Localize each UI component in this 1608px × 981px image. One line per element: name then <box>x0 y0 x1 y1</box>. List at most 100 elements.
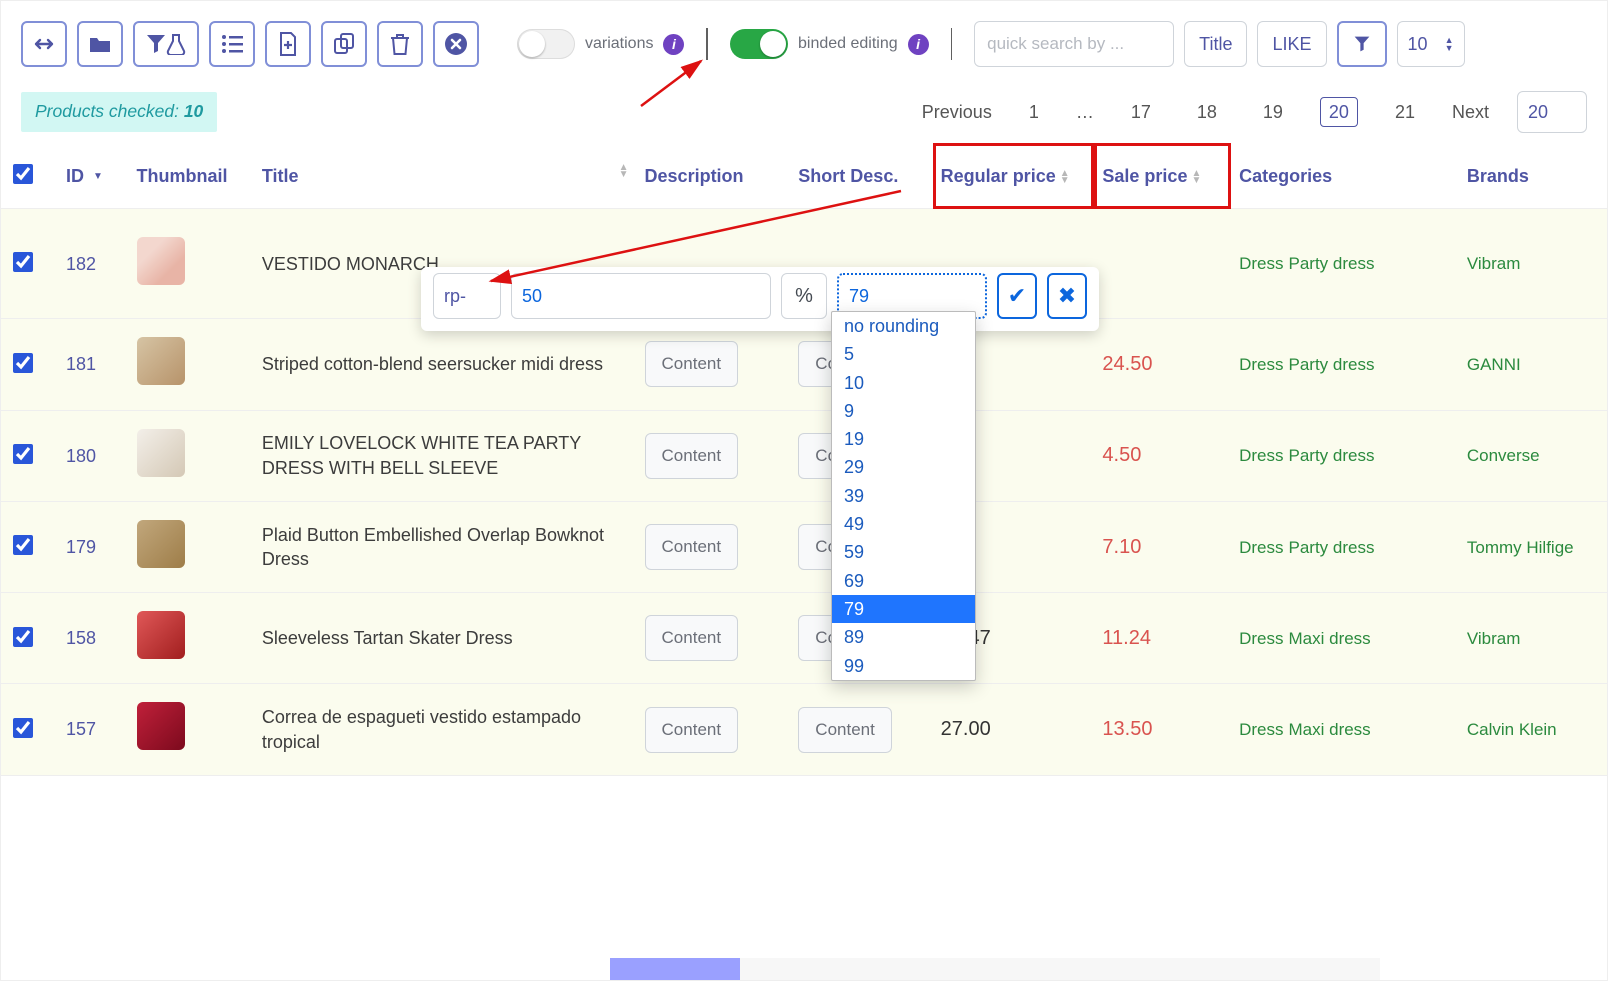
select-all[interactable] <box>13 164 33 184</box>
sale-price[interactable]: 4.50 <box>1094 410 1231 501</box>
category-link[interactable]: Dress <box>1239 720 1283 739</box>
desc-content-button[interactable]: Content <box>645 433 739 479</box>
thumbnail[interactable] <box>137 702 185 750</box>
dropdown-option[interactable]: 99 <box>832 652 975 680</box>
bulk-unit[interactable]: % <box>781 273 827 319</box>
row-checkbox[interactable] <box>13 535 33 555</box>
brand-link[interactable]: Tommy Hilfige <box>1467 538 1574 557</box>
page-link[interactable]: 18 <box>1188 97 1226 127</box>
bulk-value-input[interactable] <box>511 273 771 319</box>
category-link[interactable]: Dress <box>1239 254 1283 273</box>
row-id[interactable]: 181 <box>66 354 96 374</box>
row-checkbox[interactable] <box>13 252 33 272</box>
row-title[interactable]: Correa de espagueti vestido estampado tr… <box>254 684 637 775</box>
category-link[interactable]: Dress <box>1239 538 1283 557</box>
category-link[interactable]: Dress <box>1239 446 1283 465</box>
th-saleprice[interactable]: Sale price▲▼ <box>1094 143 1231 209</box>
row-id[interactable]: 182 <box>66 254 96 274</box>
category-link[interactable]: Party dress <box>1289 254 1375 273</box>
category-link[interactable]: Dress <box>1239 629 1283 648</box>
cancel-button[interactable]: ✖ <box>1047 273 1087 319</box>
dropdown-option[interactable]: 59 <box>832 538 975 566</box>
row-title[interactable]: EMILY LOVELOCK WHITE TEA PARTY DRESS WIT… <box>254 410 637 501</box>
dropdown-option[interactable]: no rounding <box>832 312 975 340</box>
desc-content-button[interactable]: Content <box>645 707 739 753</box>
filter-button[interactable] <box>1337 21 1387 67</box>
regular-price[interactable]: 27.00 <box>933 684 1095 775</box>
row-checkbox[interactable] <box>13 444 33 464</box>
row-checkbox[interactable] <box>13 718 33 738</box>
thumbnail[interactable] <box>137 237 185 285</box>
sale-price[interactable]: 24.50 <box>1094 319 1231 410</box>
page-link[interactable]: 17 <box>1122 97 1160 127</box>
row-title[interactable]: Plaid Button Embellished Overlap Bowknot… <box>254 501 637 592</box>
swap-button[interactable] <box>21 21 67 67</box>
category-link[interactable]: Maxi dress <box>1289 720 1371 739</box>
row-id[interactable]: 179 <box>66 537 96 557</box>
category-link[interactable]: Maxi dress <box>1289 629 1371 648</box>
list-button[interactable] <box>209 21 255 67</box>
dropdown-option[interactable]: 79 <box>832 595 975 623</box>
category-link[interactable]: Party dress <box>1289 446 1375 465</box>
copy-button[interactable] <box>321 21 367 67</box>
row-id[interactable]: 157 <box>66 719 96 739</box>
th-title[interactable]: Title▲▼ <box>254 143 637 209</box>
thumbnail[interactable] <box>137 520 185 568</box>
th-id[interactable]: ID ▼ <box>58 143 129 209</box>
next-page[interactable]: Next <box>1452 100 1489 124</box>
row-id[interactable]: 180 <box>66 446 96 466</box>
desc-content-button[interactable]: Content <box>645 524 739 570</box>
brand-link[interactable]: Vibram <box>1467 629 1521 648</box>
sale-price[interactable] <box>1094 209 1231 319</box>
add-file-button[interactable] <box>265 21 311 67</box>
page-link[interactable]: 21 <box>1386 97 1424 127</box>
sale-price[interactable]: 11.24 <box>1094 593 1231 684</box>
row-id[interactable]: 158 <box>66 628 96 648</box>
info-icon[interactable]: i <box>908 34 929 55</box>
shortdesc-content-button[interactable]: Content <box>798 707 892 753</box>
brand-link[interactable]: GANNI <box>1467 355 1521 374</box>
thumbnail[interactable] <box>137 337 185 385</box>
brand-link[interactable]: Converse <box>1467 446 1540 465</box>
thumbnail[interactable] <box>137 429 185 477</box>
category-link[interactable]: Dress <box>1239 355 1283 374</box>
dropdown-option[interactable]: 89 <box>832 623 975 651</box>
dropdown-option[interactable]: 9 <box>832 397 975 425</box>
sale-price[interactable]: 13.50 <box>1094 684 1231 775</box>
bulk-op-input[interactable] <box>433 273 501 319</box>
apply-button[interactable]: ✔ <box>997 273 1037 319</box>
dropdown-option[interactable]: 5 <box>832 340 975 368</box>
row-title[interactable]: Sleeveless Tartan Skater Dress <box>254 593 637 684</box>
info-icon[interactable]: i <box>663 34 684 55</box>
sale-price[interactable]: 7.10 <box>1094 501 1231 592</box>
dropdown-option[interactable]: 69 <box>832 567 975 595</box>
search-field-select[interactable]: Title <box>1184 21 1247 67</box>
filter-flask-button[interactable] <box>133 21 199 67</box>
th-regprice[interactable]: Regular price▲▼ <box>933 143 1095 209</box>
dropdown-option[interactable]: 49 <box>832 510 975 538</box>
page-link[interactable]: 1 <box>1020 97 1048 127</box>
dropdown-option[interactable]: 19 <box>832 425 975 453</box>
category-link[interactable]: Party dress <box>1289 355 1375 374</box>
brand-link[interactable]: Calvin Klein <box>1467 720 1557 739</box>
dropdown-option[interactable]: 10 <box>832 369 975 397</box>
clear-button[interactable] <box>433 21 479 67</box>
row-title[interactable]: Striped cotton-blend seersucker midi dre… <box>254 319 637 410</box>
delete-button[interactable] <box>377 21 423 67</box>
dropdown-option[interactable]: 39 <box>832 482 975 510</box>
rounding-dropdown[interactable]: no rounding5109192939495969798999 <box>831 311 976 681</box>
search-input[interactable] <box>974 21 1174 67</box>
row-checkbox[interactable] <box>13 353 33 373</box>
desc-content-button[interactable]: Content <box>645 615 739 661</box>
prev-page[interactable]: Previous <box>922 100 992 124</box>
search-operator-select[interactable]: LIKE <box>1257 21 1326 67</box>
page-link-current[interactable]: 20 <box>1320 97 1358 127</box>
page-size-select[interactable]: 10▲▼ <box>1397 21 1465 67</box>
row-checkbox[interactable] <box>13 627 33 647</box>
dropdown-option[interactable]: 29 <box>832 453 975 481</box>
desc-content-button[interactable]: Content <box>645 341 739 387</box>
horizontal-scrollbar[interactable] <box>610 958 1380 980</box>
folder-button[interactable] <box>77 21 123 67</box>
page-link[interactable]: 19 <box>1254 97 1292 127</box>
binded-toggle[interactable] <box>730 29 788 59</box>
